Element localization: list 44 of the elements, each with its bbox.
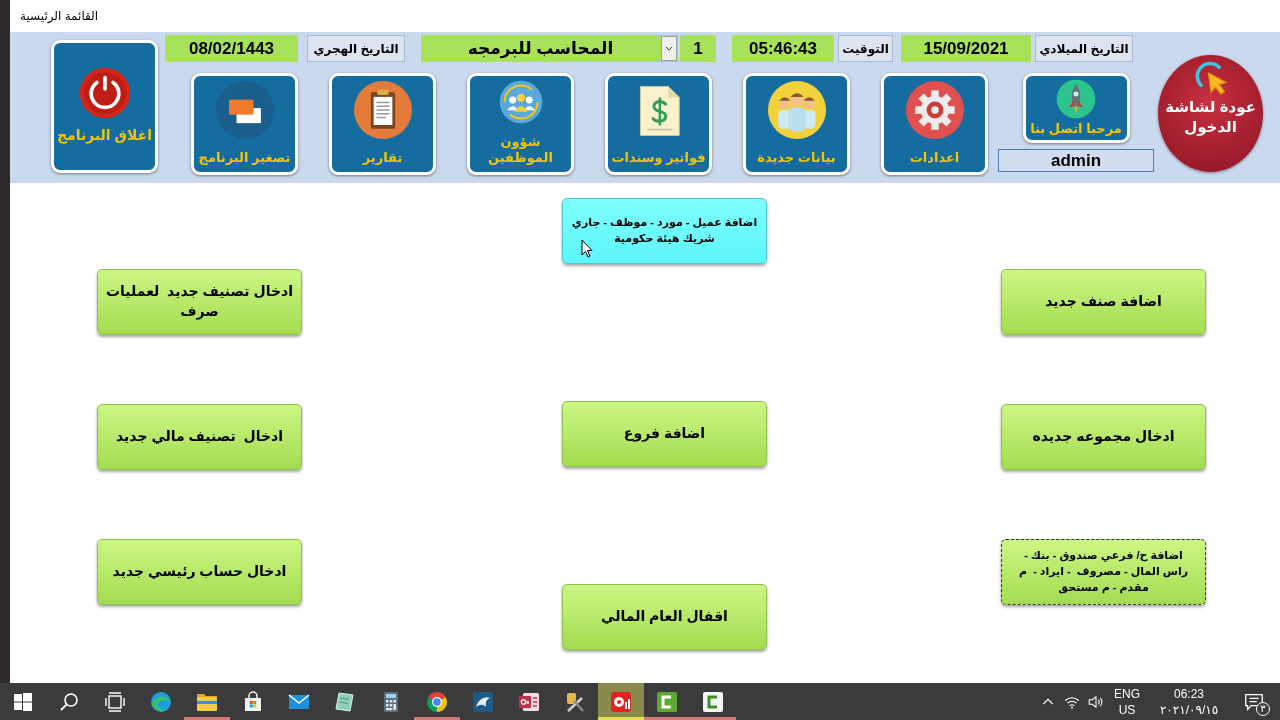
action-button[interactable]: اقفال العام المالي <box>562 584 767 650</box>
mouse-pointer-icon <box>581 239 593 258</box>
caret-icon <box>665 46 673 51</box>
clipboard-icon <box>352 80 413 140</box>
people-ring-icon <box>498 80 543 124</box>
input-region-text[interactable]: US <box>1118 701 1136 718</box>
notification-count: ٣ <box>1256 702 1270 716</box>
stacked-windows-icon <box>214 80 275 140</box>
window-title: القائمة الرئيسية <box>20 8 99 25</box>
value-field[interactable]: 05:46:43 <box>732 35 834 62</box>
bracket-tile-icon <box>655 689 679 714</box>
login-screen-button[interactable]: عودة لشاشة الدخول <box>1158 55 1263 172</box>
recorder-button[interactable] <box>598 683 644 720</box>
gear-icon <box>904 80 965 140</box>
fin-tile-icon <box>471 689 495 714</box>
note-icon <box>333 689 357 714</box>
action-button[interactable]: ادخال حساب رئيسي جديد <box>97 539 302 605</box>
people-icon <box>766 80 827 140</box>
input-language-text[interactable]: ENG <box>1114 685 1140 702</box>
task-view-icon <box>103 689 127 714</box>
action-button[interactable]: اضافة ح/ فرعي صندوق - بنك - راس المال - مصروف - ايراد - م مقدم - م مستحق <box>1001 539 1206 605</box>
bracket-tile-icon <box>701 689 725 714</box>
power-icon <box>78 66 131 119</box>
record-icon <box>609 689 633 714</box>
dropdown-field[interactable]: المحاسب للبرمجه <box>421 35 678 62</box>
round-browser-icon <box>425 689 449 714</box>
notifications-button[interactable]: ٣ <box>1232 683 1276 720</box>
action-button[interactable]: ادخال مجموعه جديده <box>1001 404 1206 470</box>
clock-time[interactable]: 06:23 <box>1174 685 1204 702</box>
action-button[interactable]: اضافة فروع <box>562 401 767 467</box>
username-field[interactable]: admin <box>998 149 1154 172</box>
rocket-icon <box>1056 79 1096 119</box>
value-field[interactable]: 1 <box>680 35 716 62</box>
field-label: التوقيت <box>838 35 893 62</box>
action-button[interactable]: اضافة عميل - مورد - موظف - جاري شريك هيئة حكومية <box>562 198 767 264</box>
value-field[interactable]: 08/02/1443 <box>165 35 298 62</box>
field-label: التاريخ الميلادي <box>1035 35 1133 62</box>
field-label: التاريخ الهجري <box>307 35 405 62</box>
action-button[interactable]: اضافة صنف جديد <box>1001 269 1206 335</box>
value-field[interactable]: 15/09/2021 <box>901 35 1031 62</box>
browser-icon <box>149 689 173 714</box>
action-button[interactable]: ادخال تصنيف مالي جديد <box>97 404 302 470</box>
clock-date[interactable]: ٢٠٢١/٠٩/١٥ <box>1159 701 1219 718</box>
action-button[interactable]: ادخال تصنيف جديد لعمليات صرف <box>97 269 302 335</box>
